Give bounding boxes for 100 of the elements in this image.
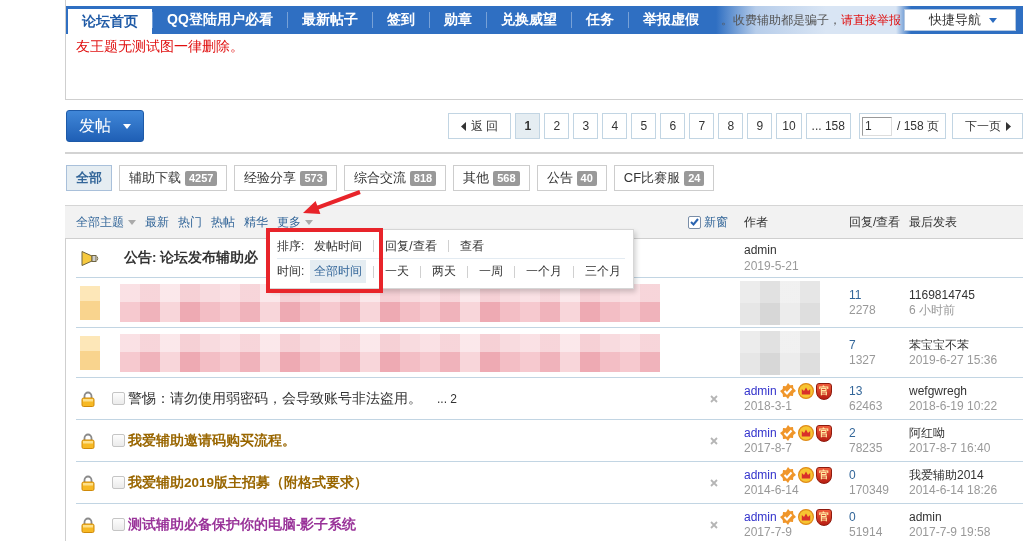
nav-tab[interactable]: 举报虚假 [628, 6, 713, 34]
page-number[interactable]: 5 [631, 113, 657, 139]
page-number[interactable]: 8 [718, 113, 744, 139]
category-filter[interactable]: 公告 40 [536, 165, 607, 191]
reply-count[interactable]: 11 [849, 287, 905, 303]
close-icon[interactable] [710, 520, 718, 529]
nav-tab[interactable]: 最新帖子 [287, 6, 372, 34]
category-filter[interactable]: 经验分享 573 [234, 165, 337, 191]
last-post-time: 2019-6-27 15:36 [909, 352, 999, 368]
row-checkbox[interactable] [112, 518, 125, 531]
thread-title[interactable]: 测试辅助必备保护你的电脑-影子系统 [128, 515, 357, 534]
filter-link[interactable]: 全部主题 [76, 213, 136, 231]
menu-option[interactable]: 一周 [475, 260, 508, 283]
page-number[interactable]: 10 [776, 113, 802, 139]
caret-icon [128, 219, 136, 225]
close-icon[interactable] [710, 478, 718, 487]
thread-title[interactable]: 我爱辅助邀请码购买流程。 [128, 431, 296, 450]
menu-option[interactable]: 两天 [428, 260, 461, 283]
nav-tab[interactable]: 签到 [372, 6, 429, 34]
row-checkbox[interactable] [112, 434, 125, 447]
category-filter[interactable]: CF比赛服 24 [613, 165, 715, 191]
category-filter[interactable]: 其他 568 [453, 165, 530, 191]
close-icon[interactable] [710, 394, 718, 403]
page-number[interactable]: 7 [689, 113, 715, 139]
page-number[interactable]: 2 [544, 113, 570, 139]
close-icon[interactable] [710, 436, 718, 445]
reply-count[interactable]: 0 [849, 509, 905, 525]
reply-count[interactable]: 13 [849, 383, 905, 399]
caret-icon [305, 219, 313, 225]
notice-text: 友王题无测试图一律删除。 [76, 38, 244, 56]
page-link[interactable]: ... 2 [437, 391, 457, 406]
page-number[interactable]: 6 [660, 113, 686, 139]
reply-count[interactable]: 7 [849, 337, 905, 353]
category-label: 综合交流 [353, 169, 406, 187]
padlock-icon [81, 432, 95, 449]
last-poster[interactable]: 苯宝宝不苯 [909, 337, 1023, 353]
author-name[interactable]: admin [744, 467, 777, 483]
thread-title[interactable]: 我爱辅助2019版主招募（附格式要求） [128, 473, 369, 492]
check-badge-icon [779, 467, 796, 483]
count-badge: 40 [576, 170, 597, 186]
page-number[interactable]: 3 [573, 113, 599, 139]
row-checkbox[interactable] [112, 392, 125, 405]
new-window-label[interactable]: 新窗 [704, 213, 728, 231]
author-name[interactable]: admin [744, 425, 777, 441]
last-page-button[interactable]: ... 158 [805, 113, 851, 139]
menu-option[interactable]: 查看 [455, 234, 488, 258]
menu-option[interactable]: 一个月 [522, 260, 567, 283]
nav-tab[interactable]: 勋章 [429, 6, 486, 34]
filter-link[interactable]: 更多 [277, 213, 313, 231]
last-poster[interactable]: 阿红呦 [909, 425, 1023, 441]
new-window-checkbox[interactable] [688, 215, 701, 229]
menu-option[interactable]: 三个月 [581, 260, 626, 283]
post-date: 2017-7-9 [744, 525, 794, 540]
view-count: 1327 [849, 352, 877, 368]
category-filter[interactable]: 全部 [66, 165, 112, 191]
menu-option[interactable]: 发帖时间 [310, 234, 367, 258]
menu-option[interactable]: 一天 [381, 260, 414, 283]
nav-tab[interactable]: 任务 [571, 6, 628, 34]
reply-count[interactable]: 0 [849, 467, 905, 483]
author-name[interactable]: admin [744, 383, 777, 399]
next-page-button[interactable]: 下一页 [952, 113, 1023, 139]
menu-label: 时间: [277, 263, 305, 280]
author-name[interactable]: admin [744, 243, 777, 258]
author-name[interactable]: admin [744, 509, 777, 525]
menu-option[interactable]: 回复/查看 [381, 234, 441, 258]
last-poster[interactable]: 1169814745 [909, 287, 1023, 303]
nav-tab[interactable]: 论坛首页 [68, 9, 152, 34]
page-number[interactable]: 9 [747, 113, 773, 139]
filter-link[interactable]: 热门 [178, 213, 202, 231]
page-input[interactable]: 1 [861, 116, 892, 136]
category-label: 经验分享 [244, 169, 297, 187]
category-filter[interactable]: 综合交流 818 [343, 165, 447, 191]
last-post-time: 6 小时前 [909, 302, 956, 318]
nav-tab[interactable]: 兑换威望 [486, 6, 571, 34]
new-post-button[interactable]: 发帖 [66, 110, 144, 142]
column-header: 作者 [743, 213, 769, 231]
view-count: 170349 [849, 482, 891, 498]
quick-nav-button[interactable]: 快捷导航 [904, 9, 1016, 31]
last-poster[interactable]: wefgwregh [909, 383, 1023, 399]
category-filter[interactable]: 辅助下载 4257 [119, 165, 228, 191]
page-number[interactable]: 1 [515, 113, 541, 139]
megaphone-icon [81, 249, 99, 267]
notice-text: 请直接举报 [840, 11, 901, 29]
last-poster[interactable]: admin [909, 509, 1023, 525]
row-checkbox[interactable] [112, 476, 125, 489]
view-count: 51914 [849, 524, 884, 540]
menu-option[interactable]: 全部时间 [310, 260, 367, 283]
page-number[interactable]: 4 [602, 113, 628, 139]
count-badge: 818 [409, 170, 437, 186]
reply-count[interactable]: 2 [849, 425, 905, 441]
filter-link[interactable]: 精华 [244, 213, 268, 231]
post-date: 2019-5-21 [744, 258, 800, 274]
nav-tab[interactable]: QQ登陆用户必看 [153, 6, 287, 34]
thread-title[interactable]: 公告: 论坛发布辅助必 [124, 249, 259, 267]
thread-title[interactable]: 警惕：请勿使用弱密码，会导致账号非法盗用。 [128, 389, 422, 408]
last-poster[interactable]: 我爱辅助2014 [909, 467, 1023, 483]
column-header: 最后发表 [908, 213, 958, 231]
filter-link[interactable]: 热帖 [211, 213, 235, 231]
filter-link[interactable]: 最新 [145, 213, 169, 231]
back-button[interactable]: 返 回 [448, 113, 512, 139]
